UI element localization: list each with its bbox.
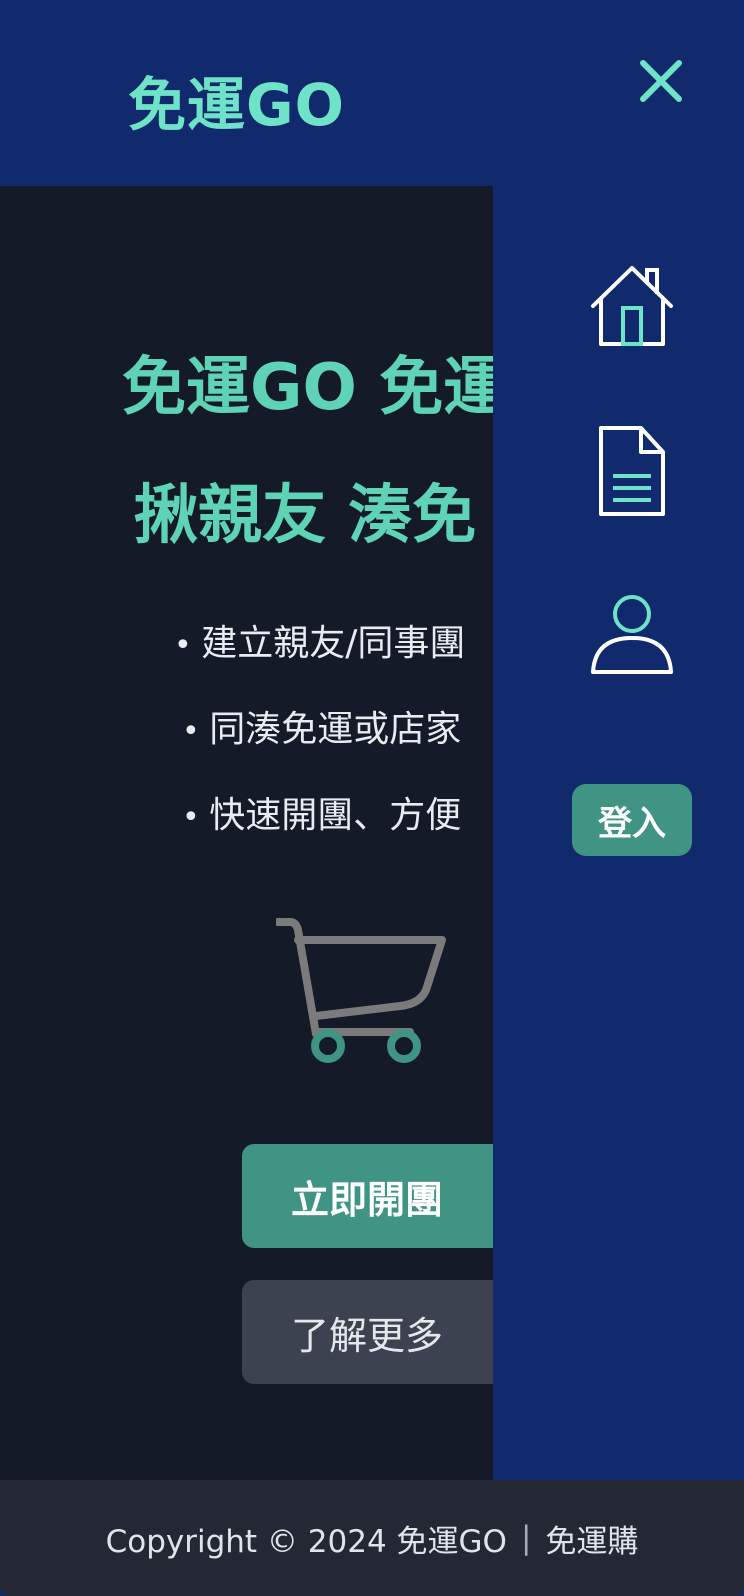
document-icon	[599, 426, 665, 516]
feature-item: 建立親友/同事團	[174, 614, 493, 700]
footer-separator: |	[520, 1520, 532, 1556]
hero-title: 免運GO 免運 揪親友 湊免	[122, 324, 493, 580]
footer-brand: 免運購	[545, 1523, 639, 1560]
feature-item: 快速開團、方便	[174, 786, 493, 872]
footer: Copyright © 2024 免運GO | 免運購	[0, 1480, 744, 1596]
shopping-cart-icon	[276, 918, 446, 1063]
user-icon	[591, 595, 673, 674]
learn-more-button[interactable]: 了解更多	[242, 1280, 493, 1384]
start-group-button[interactable]: 立即開團	[242, 1144, 493, 1248]
close-icon	[640, 60, 682, 102]
feature-list: 建立親友/同事團 同湊免運或店家 快速開團、方便	[174, 614, 493, 872]
header: 免運GO	[0, 0, 744, 186]
logo[interactable]: 免運GO	[128, 58, 345, 142]
login-button[interactable]: 登入	[572, 784, 692, 856]
hero-title-line1: 免運GO 免運	[122, 351, 493, 425]
feature-item: 同湊免運或店家	[174, 700, 493, 786]
close-button[interactable]	[636, 56, 686, 106]
hero-title-line2: 揪親友 湊免	[134, 479, 477, 553]
sidebar-item-documents[interactable]	[597, 424, 667, 522]
sidebar-item-home[interactable]	[589, 264, 675, 352]
hero-section: 免運GO 免運 揪親友 湊免 建立親友/同事團 同湊免運或店家 快速開團、方便 …	[0, 186, 493, 1480]
page: 免運GO 免運GO 免運 揪親友 湊免 建立親友/同事團 同湊免運或店家 快速開…	[0, 0, 744, 1596]
home-icon	[591, 266, 673, 346]
sidebar-menu: 登入	[493, 186, 744, 1480]
sidebar-item-account[interactable]	[589, 594, 675, 680]
copyright-text: Copyright © 2024 免運GO	[105, 1523, 507, 1560]
